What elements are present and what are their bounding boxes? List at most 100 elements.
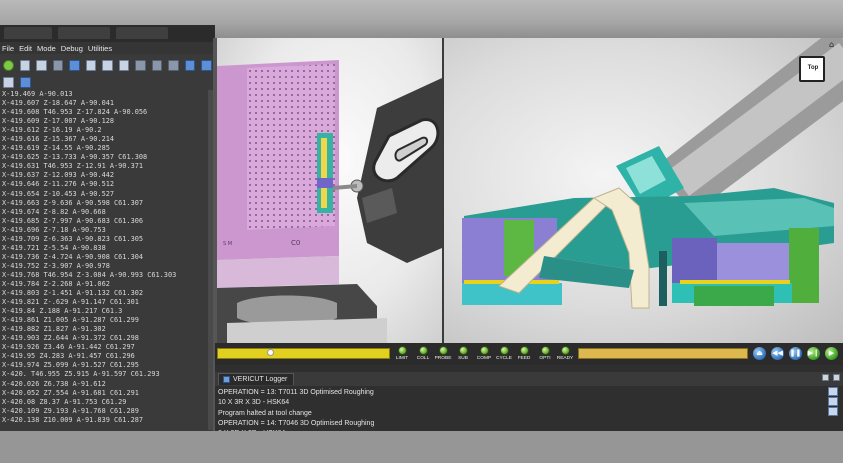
- code-line[interactable]: X-420.138 Z10.009 A-91.839 C61.287: [2, 416, 210, 425]
- code-line[interactable]: X-419.721 Z-5.54 A-90.838: [2, 244, 210, 253]
- logger-header: [215, 372, 843, 386]
- printer-icon[interactable]: [85, 59, 97, 71]
- slider-knob[interactable]: [266, 349, 274, 356]
- save-icon[interactable]: [19, 59, 31, 71]
- fixture-base: [217, 256, 339, 288]
- print-icon[interactable]: [36, 59, 47, 71]
- comment-icon[interactable]: [135, 59, 146, 71]
- machine-view[interactable]: C0 S M: [217, 38, 442, 343]
- code-line[interactable]: X-419.861 Z1.005 A-91.287 C61.299: [2, 316, 210, 325]
- code-line[interactable]: X-420. T46.955 Z5.915 A-91.597 C61.293: [2, 370, 210, 379]
- code-line[interactable]: X-419.609 Z-17.007 A-90.128: [2, 117, 210, 126]
- logger-title: VERICUT Logger: [233, 376, 288, 383]
- opti-label: OPTI: [539, 356, 551, 361]
- part-view[interactable]: ⌂ Top: [444, 38, 843, 343]
- code-line[interactable]: X-419.768 T46.954 Z-3.084 A-90.993 C61.3…: [2, 271, 210, 280]
- menu-file[interactable]: File: [2, 44, 14, 53]
- grid-icon[interactable]: [20, 76, 31, 88]
- code-line[interactable]: X-419.608 T46.953 Z-17.824 A-90.056: [2, 108, 210, 117]
- sub-button[interactable]: SUB: [452, 346, 474, 364]
- code-line[interactable]: X-419.974 Z5.099 A-91.527 C61.295: [2, 361, 210, 370]
- status-led-icon: [540, 346, 550, 355]
- home-icon[interactable]: ⌂: [829, 41, 837, 49]
- reset-icon[interactable]: ⏏: [753, 347, 766, 360]
- sub-label: SUB: [458, 356, 468, 361]
- code-line[interactable]: X-419.654 Z-10.453 A-90.527: [2, 190, 210, 199]
- logger-save-icon[interactable]: [828, 387, 838, 396]
- code-line[interactable]: X-419.619 Z-14.55 A-90.285: [2, 144, 210, 153]
- pause-icon[interactable]: ❚❚: [789, 347, 802, 360]
- nc-code-listing[interactable]: X-19.469 A-90.013 X-419.607 Z-18.647 A-90…: [2, 90, 210, 430]
- status-led-icon: [560, 346, 570, 355]
- code-line[interactable]: X-419.903 Z2.644 A-91.372 C61.298: [2, 334, 210, 343]
- step-icon[interactable]: ▶❙: [807, 347, 820, 360]
- cycle-label: CYCLE: [496, 356, 512, 361]
- code-line[interactable]: X-419.84 Z.188 A-91.217 C61.3: [2, 307, 210, 316]
- run-icon[interactable]: [3, 59, 14, 71]
- code-line[interactable]: X-19.469 A-90.013: [2, 90, 210, 99]
- status-led-icon: [499, 346, 509, 355]
- play-icon[interactable]: ▶: [825, 347, 838, 360]
- simulation-slider[interactable]: [217, 348, 390, 359]
- limit-button[interactable]: LIMIT: [391, 346, 413, 364]
- cycle-button[interactable]: CYCLE: [493, 346, 515, 364]
- comp-button[interactable]: COMP: [473, 346, 495, 364]
- window-icon[interactable]: [118, 59, 130, 71]
- ready-button[interactable]: READY: [554, 346, 576, 364]
- export-icon[interactable]: [201, 59, 212, 71]
- code-line[interactable]: X-419.696 Z-7.18 A-90.753: [2, 226, 210, 235]
- code-line[interactable]: X-419.784 Z-2.268 A-91.062: [2, 280, 210, 289]
- code-line[interactable]: X-419.631 T46.953 Z-12.91 A-90.371: [2, 162, 210, 171]
- probe-button[interactable]: PROBE: [432, 346, 454, 364]
- logger-tab[interactable]: VERICUT Logger: [218, 373, 295, 385]
- window-tab[interactable]: [4, 27, 52, 39]
- code-line[interactable]: X-420.026 Z6.738 A-91.612: [2, 380, 210, 389]
- window-tab[interactable]: [58, 27, 110, 39]
- code-line[interactable]: X-419.612 Z-16.19 A-90.2: [2, 126, 210, 135]
- window-tab[interactable]: [116, 27, 168, 39]
- opti-button[interactable]: OPTI: [534, 346, 556, 364]
- code-line[interactable]: X-419.663 Z-9.636 A-90.598 C61.307: [2, 199, 210, 208]
- code-line[interactable]: X-419.685 Z-7.997 A-90.683 C61.306: [2, 217, 210, 226]
- code-line[interactable]: X-419.752 Z-3.907 A-90.978: [2, 262, 210, 271]
- menu-utilities[interactable]: Utilities: [88, 44, 112, 53]
- menu-debug[interactable]: Debug: [61, 44, 83, 53]
- code-line[interactable]: X-419.709 Z-6.363 A-90.823 C61.305: [2, 235, 210, 244]
- minimize-icon[interactable]: [822, 374, 829, 381]
- rewind-icon[interactable]: ◀◀: [771, 347, 784, 360]
- status-led-icon: [438, 346, 448, 355]
- code-line[interactable]: X-419.95 Z4.283 A-91.457 C61.296: [2, 352, 210, 361]
- undo-icon[interactable]: [69, 59, 80, 71]
- code-line[interactable]: X-419.616 Z-15.367 A-90.214: [2, 135, 210, 144]
- view-cube[interactable]: Top: [799, 56, 825, 82]
- part-block: [672, 238, 717, 283]
- code-line[interactable]: X-419.736 Z-4.724 A-90.908 C61.304: [2, 253, 210, 262]
- code-line[interactable]: X-420.109 Z9.193 A-91.768 C61.289: [2, 407, 210, 416]
- layout-icon[interactable]: [3, 76, 14, 88]
- import-icon[interactable]: [184, 59, 196, 71]
- menu-bar: File Edit Mode Debug Utilities: [0, 42, 215, 54]
- copy-icon[interactable]: [52, 59, 64, 71]
- code-line[interactable]: X-419.607 Z-18.647 A-90.041: [2, 99, 210, 108]
- feed-button[interactable]: FEED: [513, 346, 535, 364]
- code-line[interactable]: X-419.625 Z-13.733 A-90.357 C61.308: [2, 153, 210, 162]
- code-line[interactable]: X-419.674 Z-8.82 A-90.668: [2, 208, 210, 217]
- menu-mode[interactable]: Mode: [37, 44, 56, 53]
- code-line[interactable]: X-419.646 Z-11.276 A-90.512: [2, 180, 210, 189]
- code-line[interactable]: X-419.882 Z1.827 A-91.302: [2, 325, 210, 334]
- logger-check-icon[interactable]: [828, 397, 838, 406]
- code-line[interactable]: X-419.821 Z-.629 A-91.147 C61.301: [2, 298, 210, 307]
- probe-label: PROBE: [434, 356, 452, 361]
- coll-button[interactable]: COLL: [412, 346, 434, 364]
- code-line[interactable]: X-419.926 Z3.46 A-91.442 C61.297: [2, 343, 210, 352]
- menu-edit[interactable]: Edit: [19, 44, 32, 53]
- code-line[interactable]: X-419.637 Z-12.093 A-90.442: [2, 171, 210, 180]
- logger-filter-icon[interactable]: [828, 407, 838, 416]
- code-line[interactable]: X-419.803 Z-1.451 A-91.132 C61.302: [2, 289, 210, 298]
- split-view-icon[interactable]: [102, 59, 113, 71]
- restore-icon[interactable]: [833, 374, 840, 381]
- code-line[interactable]: X-420.052 Z7.554 A-91.681 C61.291: [2, 389, 210, 398]
- comment-remove-icon[interactable]: [168, 59, 179, 71]
- comment-add-icon[interactable]: [151, 59, 163, 71]
- code-line[interactable]: X-420.08 Z8.37 A-91.753 C61.29: [2, 398, 210, 407]
